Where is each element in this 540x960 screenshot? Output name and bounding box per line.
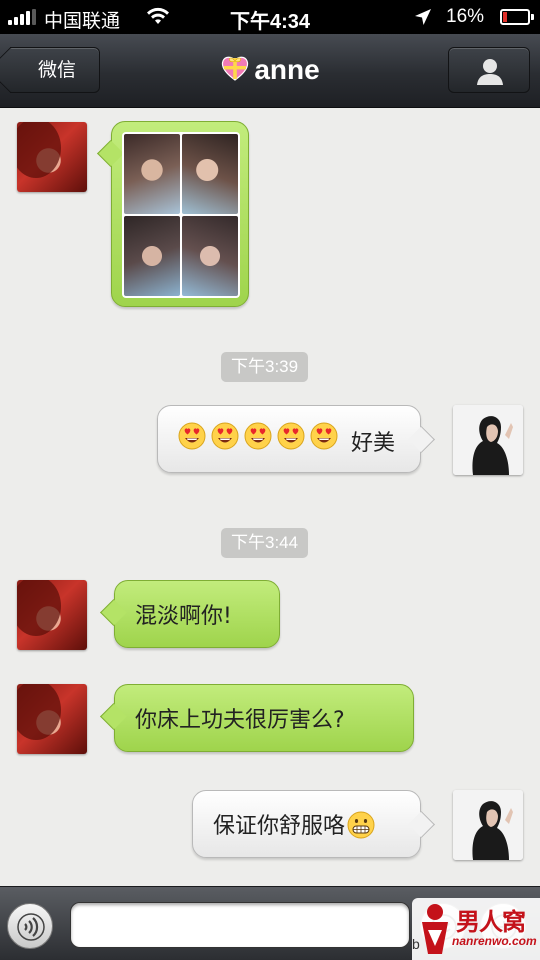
received-message-bubble[interactable]: 混淡啊你! (114, 580, 280, 648)
battery-percent: 16% (446, 6, 485, 27)
heart-eyes-emoji (310, 422, 338, 449)
gift-heart-icon (222, 56, 249, 81)
sent-message-bubble[interactable]: 保证你舒服咯 (192, 790, 421, 858)
my-avatar[interactable] (453, 405, 523, 475)
received-message-bubble[interactable]: 你床上功夫很厉害么? (114, 684, 414, 752)
photo-thumbnail (124, 134, 180, 214)
grimace-emoji (347, 811, 375, 839)
watermark-brand: 男人窝 (456, 908, 526, 936)
battery-icon (500, 9, 530, 25)
heart-eyes-emoji (211, 422, 239, 449)
message-text: 混淡啊你! (135, 604, 232, 629)
nav-bar: 微信 anne (0, 34, 540, 108)
photo-collage (122, 132, 240, 298)
photo-thumbnail (124, 216, 180, 296)
heart-eyes-emoji (244, 422, 272, 449)
timestamp: 下午3:44 (221, 528, 309, 558)
heart-eyes-emoji (277, 422, 305, 449)
heart-eyes-emoji (178, 422, 206, 449)
photo-thumbnail (182, 216, 238, 296)
contact-info-button[interactable] (448, 47, 530, 93)
contact-avatar[interactable] (17, 684, 87, 754)
avatar-portrait (453, 790, 523, 860)
voice-mode-button[interactable] (7, 903, 53, 949)
image-message-bubble[interactable] (111, 121, 249, 307)
watermark-logo-icon (422, 904, 448, 954)
status-bar: 中国联通 下午4:34 16% (0, 0, 540, 34)
voice-icon (17, 913, 45, 941)
message-text: 保证你舒服咯 (213, 814, 346, 839)
my-avatar[interactable] (453, 790, 523, 860)
chat-title-text: anne (254, 54, 320, 85)
contact-avatar[interactable] (17, 122, 87, 192)
message-text: 好美 (351, 430, 396, 456)
contact-avatar[interactable] (17, 580, 87, 650)
message-text: 你床上功夫很厉害么? (135, 708, 345, 733)
chat-area[interactable]: 下午3:39 好美 下午3:44 混淡啊你! 你床上功夫很厉害么? 保证你舒服咯 (0, 108, 540, 886)
timestamp: 下午3:39 (221, 352, 309, 382)
location-arrow-icon (415, 9, 431, 25)
watermark-url: nanrenwo.com (452, 934, 537, 948)
person-icon (477, 59, 503, 85)
photo-thumbnail (182, 134, 238, 214)
emoji-group (178, 422, 343, 450)
message-input[interactable] (70, 902, 410, 948)
avatar-portrait (453, 405, 523, 475)
watermark: b 男人窝 nanrenwo.com (412, 898, 540, 960)
sent-message-bubble[interactable]: 好美 (157, 405, 421, 473)
